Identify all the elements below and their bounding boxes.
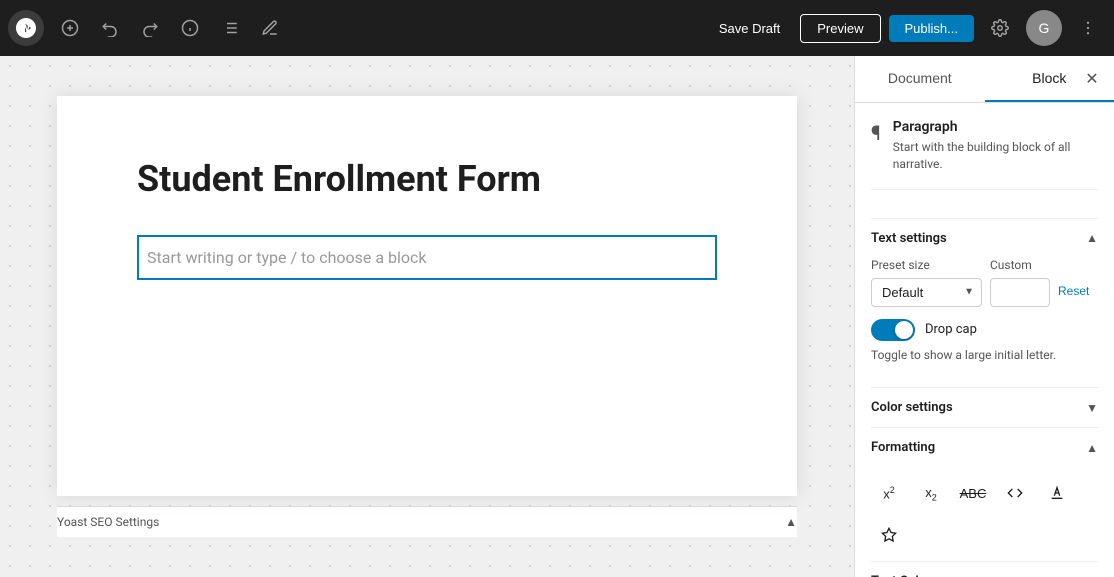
save-draft-button[interactable]: Save Draft [707,15,792,42]
yoast-label[interactable]: Yoast SEO Settings [57,515,159,529]
paragraph-icon: ¶ [871,121,881,145]
top-toolbar: W [0,0,1114,56]
tab-document[interactable]: Document [855,56,985,102]
block-info: ¶ Paragraph Start with the building bloc… [871,119,1098,190]
paragraph-block[interactable]: Start writing or type / to choose a bloc… [137,235,717,281]
strikethrough-button[interactable]: ABC [955,475,991,511]
color-settings-header[interactable]: Color settings ▼ [871,387,1098,427]
superscript-button[interactable]: x2 [871,475,907,511]
editor-area[interactable]: Student Enrollment Form Start writing or… [0,56,854,577]
drop-cap-row: Drop cap [871,319,1098,341]
tools-button[interactable] [252,10,288,46]
formatting-chevron-icon: ▲ [1086,441,1098,455]
custom-size-label: Custom [990,258,1050,272]
preview-button[interactable]: Preview [800,14,880,43]
bottom-hint-bar: Yoast SEO Settings ▲ [57,506,797,537]
formatting-header[interactable]: Formatting ▲ [871,427,1098,467]
svg-text:W: W [21,24,30,35]
preset-size-label: Preset size [871,258,982,272]
color-settings-title: Color settings [871,400,953,415]
info-button[interactable] [172,10,208,46]
more-options-button[interactable] [1070,10,1106,46]
post-title[interactable]: Student Enrollment Form [137,156,717,203]
toolbar-left: W [8,10,288,46]
block-description: Paragraph Start with the building block … [893,119,1098,173]
toggle-thumb [895,321,913,339]
drop-cap-description: Toggle to show a large initial letter. [871,347,1098,364]
text-settings-section: Text settings ▲ Preset size Default Smal… [871,206,1098,388]
user-avatar-button[interactable]: G [1026,10,1062,46]
color-settings-chevron-icon: ▼ [1086,401,1098,415]
bottom-bar-toggle[interactable]: ▲ [785,515,797,529]
reset-col: Reset [1058,260,1098,304]
highlight-button[interactable] [871,517,907,553]
editor-content: Student Enrollment Form Start writing or… [57,96,797,496]
undo-button[interactable] [92,10,128,46]
color-settings-section: Color settings ▼ [871,387,1098,427]
sidebar-content: ¶ Paragraph Start with the building bloc… [855,103,1114,577]
block-desc-text: Start with the building block of all nar… [893,139,1098,173]
text-settings-title: Text settings [871,231,947,246]
text-color-button[interactable] [1039,475,1075,511]
subscript-button[interactable]: x2 [913,475,949,511]
inline-code-button[interactable] [997,475,1033,511]
custom-size-input[interactable] [990,278,1050,307]
formatting-tools: x2 x2 ABC [871,467,1098,561]
toolbar-right: Save Draft Preview Publish... G [707,10,1106,46]
add-block-button[interactable] [52,10,88,46]
text-color-header[interactable]: Text Color ▼ [871,561,1098,577]
drop-cap-toggle[interactable] [871,319,915,341]
preset-size-col: Preset size Default Small Normal Medium … [871,258,982,307]
text-settings-header[interactable]: Text settings ▲ [871,218,1098,258]
main-area: Student Enrollment Form Start writing or… [0,56,1114,577]
reset-button[interactable]: Reset [1058,278,1089,304]
right-sidebar: Document Block ✕ ¶ Paragraph Start with … [854,56,1114,577]
formatting-section: Formatting ▲ x2 x2 ABC [871,427,1098,561]
wordpress-logo[interactable]: W [8,10,44,46]
close-sidebar-button[interactable]: ✕ [1078,65,1106,93]
publish-button[interactable]: Publish... [889,15,974,42]
block-name: Paragraph [893,119,1098,135]
redo-button[interactable] [132,10,168,46]
preset-size-row: Preset size Default Small Normal Medium … [871,258,1098,307]
preset-size-select[interactable]: Default Small Normal Medium Large Extra … [871,278,982,307]
list-view-button[interactable] [212,10,248,46]
formatting-title: Formatting [871,440,935,455]
settings-button[interactable] [982,10,1018,46]
drop-cap-label: Drop cap [925,322,977,337]
preset-select-wrapper: Default Small Normal Medium Large Extra … [871,278,982,307]
text-settings-chevron-icon: ▲ [1086,231,1098,245]
custom-size-col: Custom [990,258,1050,307]
sidebar-tabs: Document Block ✕ [855,56,1114,103]
